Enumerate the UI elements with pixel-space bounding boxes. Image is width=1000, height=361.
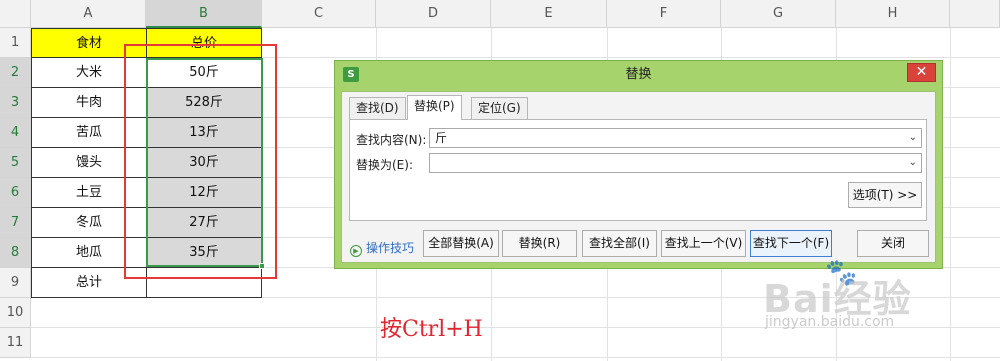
row-header-7[interactable]: 7	[0, 208, 31, 238]
tips-link[interactable]: ▶ 操作技巧	[350, 239, 414, 257]
row-header-11[interactable]: 11	[0, 328, 31, 358]
cell-b4[interactable]: 13斤	[146, 118, 262, 148]
cell-b5[interactable]: 30斤	[146, 148, 262, 178]
close-button[interactable]: 关闭	[857, 230, 929, 257]
cell-a8[interactable]: 地瓜	[31, 238, 147, 268]
tips-label: 操作技巧	[366, 241, 415, 255]
options-button[interactable]: 选项(T) >>	[848, 182, 922, 208]
select-all-corner[interactable]	[0, 0, 31, 28]
row-header-10[interactable]: 10	[0, 298, 31, 328]
cell-a7[interactable]: 冬瓜	[31, 208, 147, 238]
find-input[interactable]: 斤 ⌄	[429, 128, 922, 148]
find-next-button[interactable]: 查找下一个(F)	[750, 230, 832, 257]
column-header-h[interactable]: H	[836, 0, 950, 28]
find-label: 查找内容(N):	[356, 133, 427, 147]
cell-a2[interactable]: 大米	[31, 58, 147, 88]
replace-panel: 查找内容(N): 斤 ⌄ 替换为(E): ⌄ 选项(T) >>	[349, 119, 927, 221]
replace-dialog: S 替换 ✕ 查找(D) 替换(P) 定位(G) 查找内容(N): 斤 ⌄ 替换…	[334, 60, 943, 269]
cell-b6[interactable]: 12斤	[146, 178, 262, 208]
tab-replace[interactable]: 替换(P)	[407, 95, 462, 120]
cell-b1[interactable]: 总价	[146, 28, 262, 58]
shortcut-annotation: 按Ctrl+H	[380, 317, 483, 342]
find-prev-button[interactable]: 查找上一个(V)	[661, 230, 746, 257]
tab-goto[interactable]: 定位(G)	[471, 97, 528, 119]
cell-b9[interactable]	[146, 268, 262, 298]
cell-a3[interactable]: 牛肉	[31, 88, 147, 118]
column-header-a[interactable]: A	[31, 0, 146, 28]
cell-a4[interactable]: 苦瓜	[31, 118, 147, 148]
find-input-value: 斤	[435, 131, 448, 145]
cell-b8[interactable]: 35斤	[146, 238, 262, 268]
column-header-g[interactable]: G	[721, 0, 836, 28]
tab-find[interactable]: 查找(D)	[349, 97, 406, 119]
row-header-4[interactable]: 4	[0, 118, 31, 148]
row-header-9[interactable]: 9	[0, 268, 31, 298]
cell-b3[interactable]: 528斤	[146, 88, 262, 118]
baidu-watermark: 🐾 Bai经验 jingyan.baidu.com	[763, 256, 1000, 336]
row-header-8[interactable]: 8	[0, 238, 31, 268]
row-header-6[interactable]: 6	[0, 178, 31, 208]
column-header-i[interactable]	[950, 0, 1000, 28]
dialog-body: 查找(D) 替换(P) 定位(G) 查找内容(N): 斤 ⌄ 替换为(E): ⌄…	[341, 91, 936, 263]
cell-a9[interactable]: 总计	[31, 268, 147, 298]
watermark-url: jingyan.baidu.com	[765, 314, 895, 330]
column-header-f[interactable]: F	[607, 0, 721, 28]
chevron-down-icon[interactable]: ⌄	[909, 129, 917, 147]
close-icon[interactable]: ✕	[907, 63, 936, 82]
row-header-1[interactable]: 1	[0, 28, 31, 58]
cell-b7[interactable]: 27斤	[146, 208, 262, 238]
cell-a1[interactable]: 食材	[31, 28, 147, 58]
cell-a6[interactable]: 土豆	[31, 178, 147, 208]
find-all-button[interactable]: 查找全部(I)	[582, 230, 657, 257]
replace-all-button[interactable]: 全部替换(A)	[423, 230, 499, 257]
row-header-3[interactable]: 3	[0, 88, 31, 118]
replace-label: 替换为(E):	[356, 158, 413, 172]
cell-a5[interactable]: 馒头	[31, 148, 147, 178]
column-header-c[interactable]: C	[262, 0, 376, 28]
cell-b2[interactable]: 50斤	[146, 58, 262, 88]
row-header-5[interactable]: 5	[0, 148, 31, 178]
replace-input[interactable]: ⌄	[429, 153, 922, 173]
play-icon: ▶	[350, 245, 362, 257]
fill-handle[interactable]	[259, 263, 265, 269]
column-header-e[interactable]: E	[491, 0, 607, 28]
dialog-title: 替换	[625, 67, 652, 82]
replace-button[interactable]: 替换(R)	[502, 230, 577, 257]
column-header-d[interactable]: D	[376, 0, 491, 28]
row-header-2[interactable]: 2	[0, 58, 31, 88]
chevron-down-icon[interactable]: ⌄	[909, 154, 917, 172]
dialog-titlebar[interactable]: S 替换 ✕	[335, 61, 942, 88]
column-header-b[interactable]: B	[146, 0, 262, 28]
